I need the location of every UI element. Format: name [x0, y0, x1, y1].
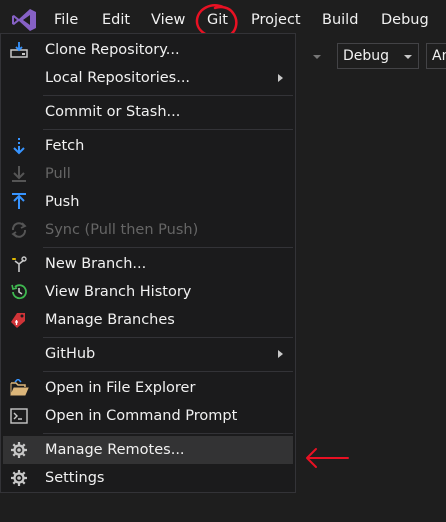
menu-debug[interactable]: Debug [381, 12, 429, 28]
sync-icon [11, 222, 27, 238]
menu-item-label: GitHub [45, 346, 96, 362]
menu-view[interactable]: View [151, 12, 185, 28]
new-branch-icon [12, 256, 27, 272]
push-icon [12, 193, 26, 209]
menu-separator [43, 337, 293, 338]
menu-item-label: Sync (Pull then Push) [45, 222, 199, 238]
menu-item-clone-repository[interactable]: Clone Repository... [3, 36, 293, 64]
menu-item-label: Pull [45, 166, 71, 182]
menu-separator [43, 433, 293, 434]
menu-item-manage-remotes[interactable]: Manage Remotes... [3, 436, 293, 464]
menu-separator [43, 129, 293, 130]
menu-separator [43, 371, 293, 372]
menu-edit[interactable]: Edit [102, 12, 130, 28]
chevron-right-icon [278, 74, 283, 82]
command-prompt-icon [10, 408, 28, 424]
menu-item-label: Fetch [45, 138, 85, 154]
menu-item-push[interactable]: Push [3, 188, 293, 216]
menu-separator [43, 95, 293, 96]
chevron-down-icon [404, 55, 412, 59]
visual-studio-logo-icon[interactable] [11, 8, 37, 32]
menu-item-settings[interactable]: Settings [3, 464, 293, 492]
menu-item-new-branch[interactable]: New Branch... [3, 250, 293, 278]
menu-item-label: Commit or Stash... [45, 104, 181, 120]
gear-icon [11, 442, 27, 458]
menu-project[interactable]: Project [251, 12, 301, 28]
configuration-combo[interactable]: Debug [337, 43, 419, 69]
menu-item-label: Open in File Explorer [45, 380, 196, 396]
menu-item-label: Open in Command Prompt [45, 408, 238, 424]
git-menu-dropdown: Clone Repository... Local Repositories..… [0, 33, 296, 493]
history-icon [11, 284, 27, 300]
folder-open-icon [10, 379, 29, 396]
menu-item-github[interactable]: GitHub [3, 340, 293, 368]
menu-item-label: Settings [45, 470, 105, 486]
menu-item-label: Manage Branches [45, 312, 175, 328]
gear-icon [11, 470, 27, 486]
menu-item-label: Push [45, 194, 80, 210]
clone-repository-icon [10, 42, 28, 58]
red-arrow-annotation [306, 448, 349, 468]
configuration-value: Debug [343, 48, 390, 64]
menu-item-pull[interactable]: Pull [3, 160, 293, 188]
menu-item-view-branch-history[interactable]: View Branch History [3, 278, 293, 306]
menu-item-label: View Branch History [45, 284, 192, 300]
menu-item-commit-or-stash[interactable]: Commit or Stash... [3, 98, 293, 126]
manage-branches-icon [11, 313, 25, 328]
platform-combo[interactable]: An [426, 43, 446, 69]
menu-item-fetch[interactable]: Fetch [3, 132, 293, 160]
chevron-right-icon [278, 350, 283, 358]
menu-item-label: Manage Remotes... [45, 442, 185, 458]
menu-item-open-in-command-prompt[interactable]: Open in Command Prompt [3, 402, 293, 430]
pull-icon [12, 166, 26, 182]
menu-item-label: New Branch... [45, 256, 147, 272]
menu-item-sync[interactable]: Sync (Pull then Push) [3, 216, 293, 244]
menu-item-label: Local Repositories... [45, 70, 191, 86]
toolbar-dropdown-caret-icon[interactable] [313, 55, 321, 59]
menu-separator [43, 247, 293, 248]
menu-item-open-in-file-explorer[interactable]: Open in File Explorer [3, 374, 293, 402]
menu-item-label: Clone Repository... [45, 42, 180, 58]
menu-item-manage-branches[interactable]: Manage Branches [3, 306, 293, 334]
platform-value: An [432, 48, 446, 64]
fetch-icon [13, 138, 25, 155]
menu-item-local-repositories[interactable]: Local Repositories... [3, 64, 293, 92]
menu-file[interactable]: File [54, 12, 78, 28]
menu-build[interactable]: Build [322, 12, 358, 28]
